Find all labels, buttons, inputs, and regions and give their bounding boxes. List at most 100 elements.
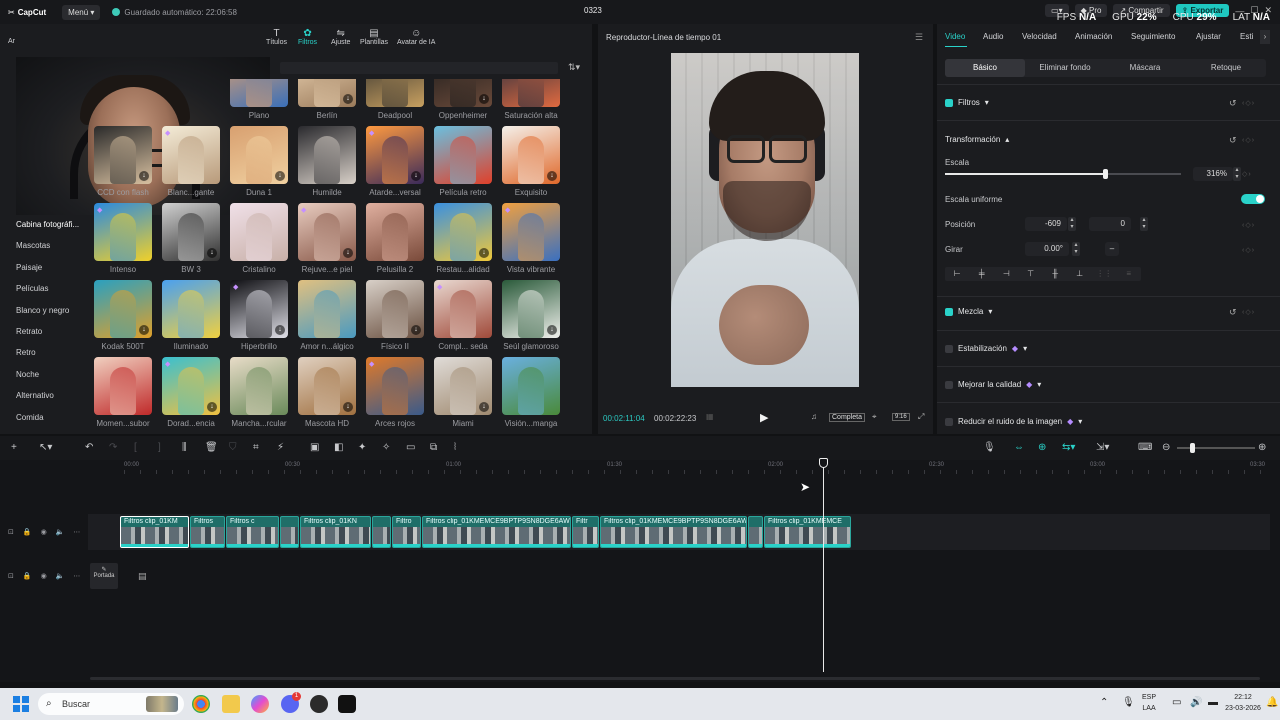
subtab-basic[interactable]: Básico [945, 59, 1025, 77]
tab-style[interactable]: Esti [1240, 32, 1253, 41]
filter-thumbnail[interactable]: ↓ [434, 357, 492, 415]
taskbar-search[interactable]: ⌕ Buscar [38, 693, 184, 715]
audio-wave-icon[interactable]: ⦚ [454, 442, 456, 453]
eye-icon[interactable]: ◉ [41, 528, 47, 536]
aspect-ratio-button[interactable]: 9:16 [892, 413, 910, 421]
video-preview[interactable] [671, 53, 859, 387]
timeline-clip[interactable] [748, 516, 763, 548]
timeline-clip[interactable] [280, 516, 299, 548]
timeline-clip[interactable]: Filtros [190, 516, 225, 548]
file-explorer-icon[interactable] [222, 695, 240, 713]
download-icon[interactable]: ↓ [343, 94, 353, 104]
filter-thumbnail[interactable] [366, 79, 424, 107]
section-transform[interactable]: Transformación ▴ [945, 135, 1009, 144]
filter-thumbnail[interactable]: ◆ [502, 203, 560, 261]
filter-thumbnail[interactable]: ◆↓ [434, 79, 492, 107]
volume-icon[interactable]: 🔊 [1190, 697, 1202, 708]
filter-thumbnail[interactable] [366, 203, 424, 261]
zoom-slider-handle[interactable] [1190, 443, 1195, 453]
filter-thumbnail[interactable]: ◆↓ [162, 357, 220, 415]
category-item[interactable]: Blanco y negro [8, 300, 84, 321]
timeline-clip[interactable]: Filtros clip_01KMEMCE9BPTP9SN8DGE6AW [600, 516, 747, 548]
tab-filters[interactable]: ✿ Filtros [298, 28, 317, 46]
filter-thumbnail[interactable]: ↓ [298, 79, 356, 107]
fullscreen-icon[interactable]: ⤢ [918, 412, 924, 422]
timeline-clip[interactable]: Filtros clip_01KMEMCE9BPTP9SN8DGE6AW [422, 516, 571, 548]
language-indicator[interactable]: ESP LAA [1142, 692, 1156, 714]
download-icon[interactable]: ↓ [547, 171, 557, 181]
ai-tool-icon[interactable]: ✦ [358, 442, 366, 453]
section-denoise[interactable]: Reducir el ruido de la imagen ◆ ▾ [945, 417, 1082, 426]
timeline-clip[interactable]: Filtros c [226, 516, 279, 548]
chevron-up-icon[interactable]: ⌃ [1100, 697, 1108, 708]
mirror-icon[interactable]: ◧ [334, 442, 343, 453]
track-toggle-icon[interactable]: ⊡ [8, 528, 14, 536]
filter-thumbnail[interactable]: ↓ [298, 357, 356, 415]
play-icon[interactable]: ▶ [760, 411, 768, 424]
rotate-keyframe-icon[interactable]: ‹◇› [1242, 246, 1255, 254]
filter-thumbnail[interactable] [94, 357, 152, 415]
filter-thumbnail[interactable] [434, 126, 492, 184]
filter-thumbnail[interactable]: ◆ [434, 280, 492, 338]
category-item[interactable]: Retro [8, 342, 84, 363]
category-item[interactable]: Mascotas [8, 235, 84, 256]
scale-stepper[interactable]: ▴ ▾ [1233, 167, 1241, 181]
copilot-icon[interactable] [251, 695, 269, 713]
download-icon[interactable]: ↓ [479, 402, 489, 412]
download-icon[interactable]: ↓ [207, 402, 217, 412]
download-icon[interactable]: ↓ [343, 402, 353, 412]
undo-icon[interactable]: ↶ [85, 442, 93, 453]
battery-icon[interactable]: ▬ [1208, 697, 1218, 708]
filter-thumbnail[interactable] [502, 79, 560, 107]
rotate-dial-icon[interactable]: – [1105, 242, 1119, 256]
quality-checkbox[interactable] [945, 380, 953, 389]
menu-button[interactable]: Menú ▾ [62, 4, 101, 20]
subtab-mask[interactable]: Máscara [1105, 59, 1185, 77]
position-x-input[interactable]: -609 [1025, 217, 1067, 231]
filter-thumbnail[interactable]: ◆↓ [230, 280, 288, 338]
snap-icon[interactable]: ⇆▾ [1062, 442, 1075, 453]
category-item[interactable]: Noche [8, 364, 84, 385]
filter-thumbnail[interactable]: ↓ [230, 126, 288, 184]
shield-icon[interactable]: ⛉ [229, 442, 237, 453]
filter-thumbnail[interactable]: ↓ [502, 280, 560, 338]
tool-partial[interactable]: Ar [8, 38, 15, 45]
filter-thumbnail[interactable]: ◆↓ [298, 203, 356, 261]
section-blend[interactable]: Mezcla ▾ [945, 307, 992, 316]
category-item[interactable]: Alternativo [8, 385, 84, 406]
rotate-input[interactable]: 0.00° [1025, 242, 1069, 256]
sort-filter-icon[interactable]: ⇅▾ [568, 62, 580, 73]
tab-audio[interactable]: Audio [983, 32, 1003, 41]
category-item[interactable]: Paisaje [8, 257, 84, 278]
align-top-icon[interactable]: ⊤ [1019, 267, 1044, 281]
position-keyframe-icon[interactable]: ‹◇› [1242, 221, 1255, 229]
tab-titles[interactable]: T Títulos [266, 28, 287, 46]
tab-templates[interactable]: ▤ Plantillas [360, 28, 388, 46]
filter-thumbnail[interactable]: ◆ [162, 126, 220, 184]
stabilization-checkbox[interactable] [945, 344, 953, 353]
lock-icon[interactable]: 🔒 [23, 528, 32, 536]
speed-icon[interactable]: ⚡ [277, 442, 284, 453]
timeline-scrollbar[interactable] [90, 677, 1260, 680]
distribute-h-icon[interactable]: ⋮⋮ [1092, 267, 1117, 281]
blend-reset-icon[interactable]: ↺ [1229, 307, 1237, 318]
align-right-icon[interactable]: ⊣ [994, 267, 1019, 281]
align-bottom-icon[interactable]: ⊥ [1068, 267, 1093, 281]
blend-checkbox[interactable] [945, 307, 953, 316]
more-icon[interactable]: ⋯ [73, 572, 80, 580]
filters-checkbox[interactable] [945, 98, 953, 107]
align-center-h-icon[interactable]: ╪ [970, 267, 995, 281]
category-item[interactable]: Retrato [8, 321, 84, 342]
split-right-icon[interactable]: ] [158, 442, 161, 453]
player-menu-icon[interactable]: ☰ [915, 32, 923, 43]
tab-adjust[interactable]: ⇋ Ajuste [331, 28, 350, 46]
tab-video[interactable]: Video [945, 32, 965, 41]
zoom-slider[interactable] [1177, 447, 1255, 449]
filter-thumbnail[interactable]: ◆ [230, 79, 288, 107]
split-left-icon[interactable]: [ [134, 442, 137, 453]
section-stabilization[interactable]: Estabilización ◆ ▾ [945, 344, 1027, 353]
align-left-icon[interactable]: ⊢ [945, 267, 970, 281]
chrome-icon[interactable] [192, 695, 210, 713]
denoise-checkbox[interactable] [945, 417, 953, 426]
category-item[interactable]: Cabina fotográfi... [8, 214, 84, 235]
